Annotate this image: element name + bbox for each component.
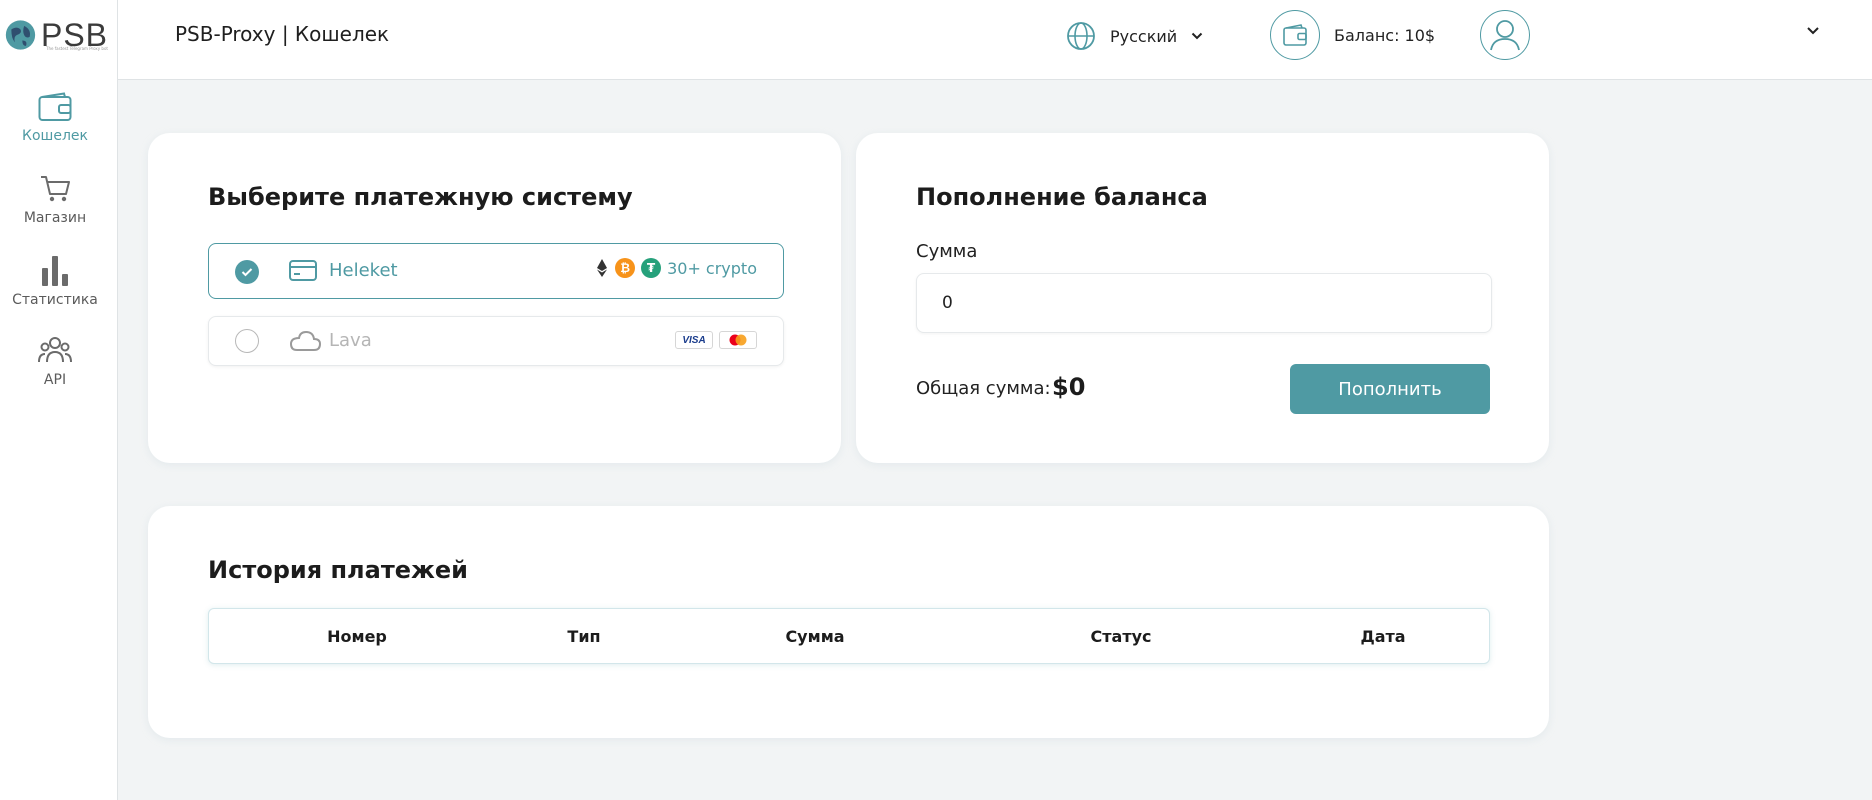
avatar[interactable] [1480,10,1530,60]
page-title: PSB-Proxy | Кошелек [175,22,390,46]
ethereum-icon [597,259,608,277]
sidebar-item-label: Кошелек [22,128,88,144]
sidebar-item-label: Магазин [23,210,87,226]
column-type[interactable]: Тип [567,627,600,646]
visa-icon: VISA [675,331,713,349]
payment-option-lava[interactable]: Lava VISA [208,316,784,366]
cart-icon [41,176,70,202]
payment-system-card: Выберите платежную систему Heleket ₿ ₮ 3… [148,133,841,463]
wallet-button[interactable] [1270,10,1320,60]
sidebar-item-label: Статистика [12,292,98,308]
history-table-header: Номер Тип Сумма Статус Дата [208,608,1490,664]
topup-button[interactable]: Пополнить [1290,364,1490,414]
globe-logo-icon [5,20,36,50]
bitcoin-icon: ₿ [615,258,636,278]
column-number[interactable]: Номер [327,627,387,646]
bar-chart-icon [42,256,68,286]
cloud-icon [289,330,321,351]
checkmark-icon [241,268,253,277]
sidebar-item-label: API [43,372,67,388]
wallet-icon [38,92,72,121]
mastercard-circles [729,334,747,346]
payment-system-title: Выберите платежную систему [208,183,633,211]
globe-icon [1067,22,1095,50]
sidebar-item-api[interactable]: API [0,334,110,388]
logo-subtitle: The fastest Telegram Proxy bot [46,46,108,51]
history-title: История платежей [208,556,468,584]
users-icon [38,337,72,363]
topup-title: Пополнение баланса [916,183,1208,211]
payment-option-label: Heleket [329,260,398,281]
column-amount[interactable]: Сумма [785,627,844,646]
wallet-icon [1283,24,1307,46]
column-date[interactable]: Дата [1360,627,1405,646]
crypto-badges: ₿ ₮ 30+ crypto [595,258,757,278]
chevron-down-icon[interactable] [1806,26,1820,36]
logo[interactable]: PSB The fastest Telegram Proxy bot [4,14,108,56]
total-value: $0 [1052,373,1086,401]
tether-icon: ₮ [641,258,662,278]
mastercard-icon [719,331,757,349]
chevron-down-icon [1191,32,1203,40]
language-selector[interactable]: Русский [1066,20,1203,52]
crypto-count-label: 30+ crypto [667,258,757,278]
balance-widget[interactable]: Баланс: 10$ [1270,10,1435,60]
payment-history-card: История платежей Номер Тип Сумма Статус … [148,506,1549,738]
sidebar-item-shop[interactable]: Магазин [0,174,110,226]
card-badges: VISA [675,331,757,349]
topup-card: Пополнение баланса Сумма Общая сумма: $0… [856,133,1549,463]
radio-unchecked[interactable] [235,329,259,353]
amount-input[interactable] [916,273,1492,333]
card-icon [289,260,317,281]
header: PSB-Proxy | Кошелек Русский Баланс: 10$ [118,0,1872,80]
user-icon [1490,20,1520,51]
visa-label: VISA [682,334,706,346]
total-label: Общая сумма: [916,378,1051,399]
balance-label: Баланс: 10$ [1334,25,1436,45]
radio-checked[interactable] [235,260,259,284]
amount-label: Сумма [916,241,978,262]
payment-option-heleket[interactable]: Heleket ₿ ₮ 30+ crypto [208,243,784,299]
column-status[interactable]: Статус [1091,627,1152,646]
language-label: Русский [1110,26,1178,46]
sidebar: PSB The fastest Telegram Proxy bot Кошел… [0,0,118,800]
payment-option-label: Lava [329,330,372,351]
sidebar-item-statistics[interactable]: Статистика [0,254,110,308]
sidebar-item-wallet[interactable]: Кошелек [0,92,110,144]
